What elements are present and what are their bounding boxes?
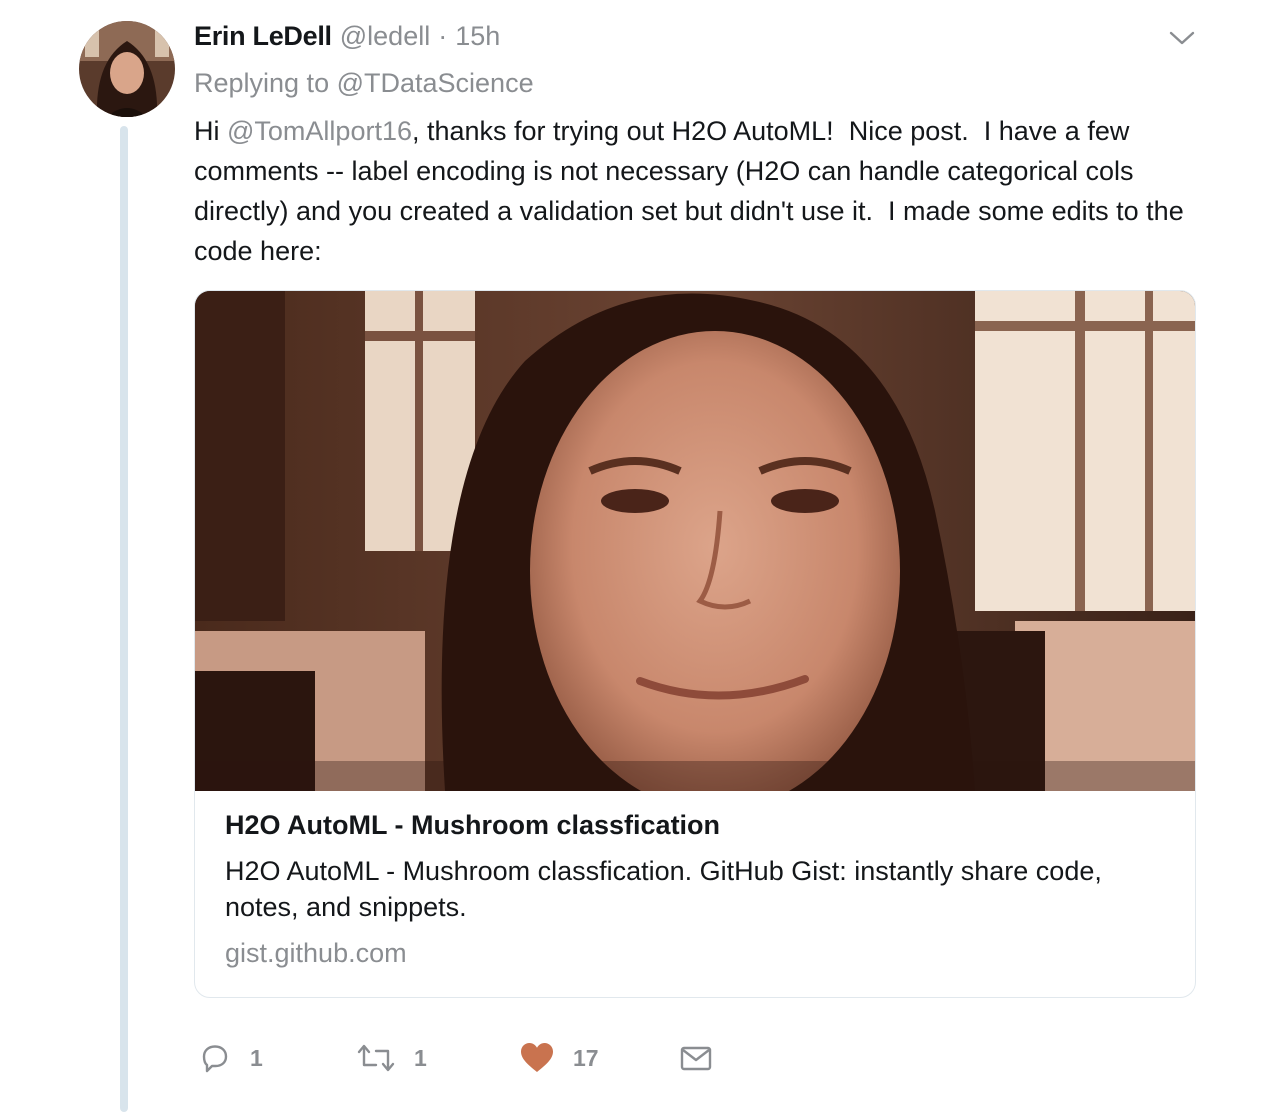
reply-icon	[202, 1045, 228, 1073]
tweet-menu-button[interactable]	[1168, 26, 1196, 50]
card-description: H2O AutoML - Mushroom classfication. Git…	[225, 856, 1102, 922]
replying-to-link[interactable]: @TDataScience	[337, 68, 534, 98]
like-button[interactable]: 17	[519, 1036, 599, 1080]
heart-icon	[521, 1043, 553, 1072]
retweet-count: 1	[414, 1044, 427, 1071]
link-preview-card[interactable]: H2O AutoML - Mushroom classfication H2O …	[194, 290, 1196, 998]
like-count: 17	[573, 1044, 599, 1071]
display-name[interactable]: Erin LeDell	[194, 18, 332, 54]
card-domain: gist.github.com	[225, 938, 407, 968]
user-handle[interactable]: @ledell	[340, 18, 430, 54]
tweet-text-greeting: Hi	[194, 116, 227, 146]
separator-dot: ·	[438, 21, 448, 51]
timestamp[interactable]: 15h	[455, 18, 500, 54]
envelope-icon	[680, 1046, 712, 1071]
tweet-actions: 1 1 17	[0, 1036, 1276, 1080]
reply-count: 1	[250, 1044, 263, 1071]
thread-connector	[120, 126, 128, 1112]
retweet-button[interactable]: 1	[356, 1036, 427, 1080]
replying-to-label: Replying to	[194, 68, 337, 98]
card-body: H2O AutoML - Mushroom classfication H2O …	[225, 805, 1175, 971]
tweet-text: Hi @TomAllport16, thanks for trying out …	[194, 111, 1204, 271]
retweet-icon	[357, 1044, 395, 1072]
card-preview-image	[195, 291, 1195, 791]
mention-link[interactable]: @TomAllport16	[227, 116, 412, 146]
tweet-header: Erin LeDell @ledell · 15h	[194, 18, 500, 54]
chevron-down-icon	[1169, 31, 1195, 45]
avatar[interactable]	[79, 21, 175, 117]
avatar-photo	[79, 21, 175, 117]
direct-message-button[interactable]	[679, 1036, 713, 1080]
replying-to: Replying to @TDataScience	[194, 65, 534, 101]
card-title: H2O AutoML - Mushroom classfication	[225, 810, 721, 840]
reply-button[interactable]: 1	[198, 1036, 263, 1080]
